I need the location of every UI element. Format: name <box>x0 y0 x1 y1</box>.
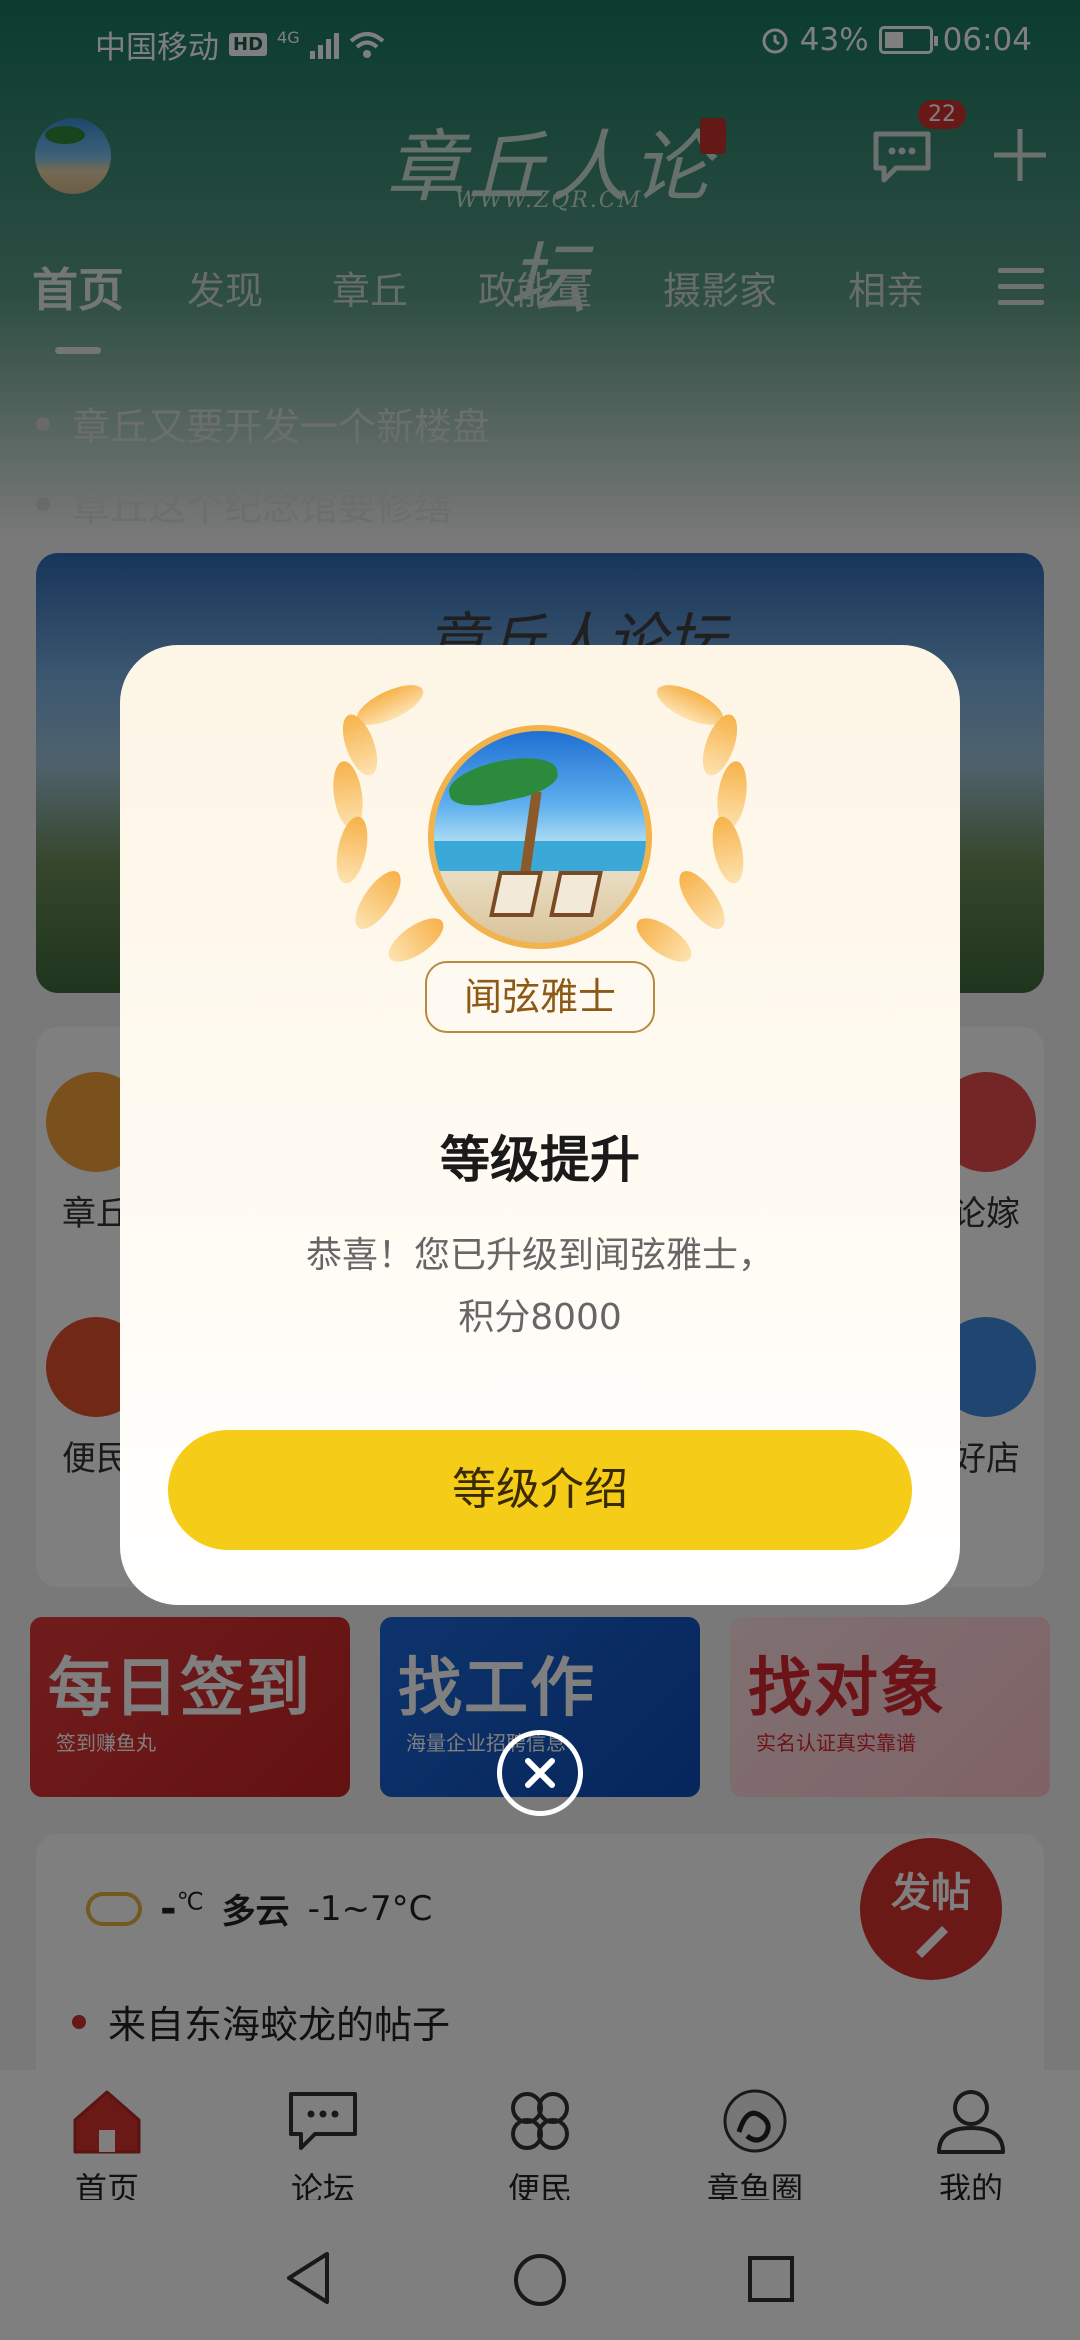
close-dialog-button[interactable] <box>497 1730 583 1816</box>
level-up-dialog: 闻弦雅士 等级提升 恭喜！您已升级到闻弦雅士，积分8000 等级介绍 <box>120 645 960 1605</box>
dialog-title: 等级提升 <box>440 1131 640 1189</box>
level-intro-button[interactable]: 等级介绍 <box>168 1430 912 1550</box>
profile-avatar <box>428 725 652 949</box>
rank-badge: 闻弦雅士 <box>425 961 655 1033</box>
close-icon <box>525 1758 555 1788</box>
dialog-message: 恭喜！您已升级到闻弦雅士，积分8000 <box>305 1235 774 1338</box>
